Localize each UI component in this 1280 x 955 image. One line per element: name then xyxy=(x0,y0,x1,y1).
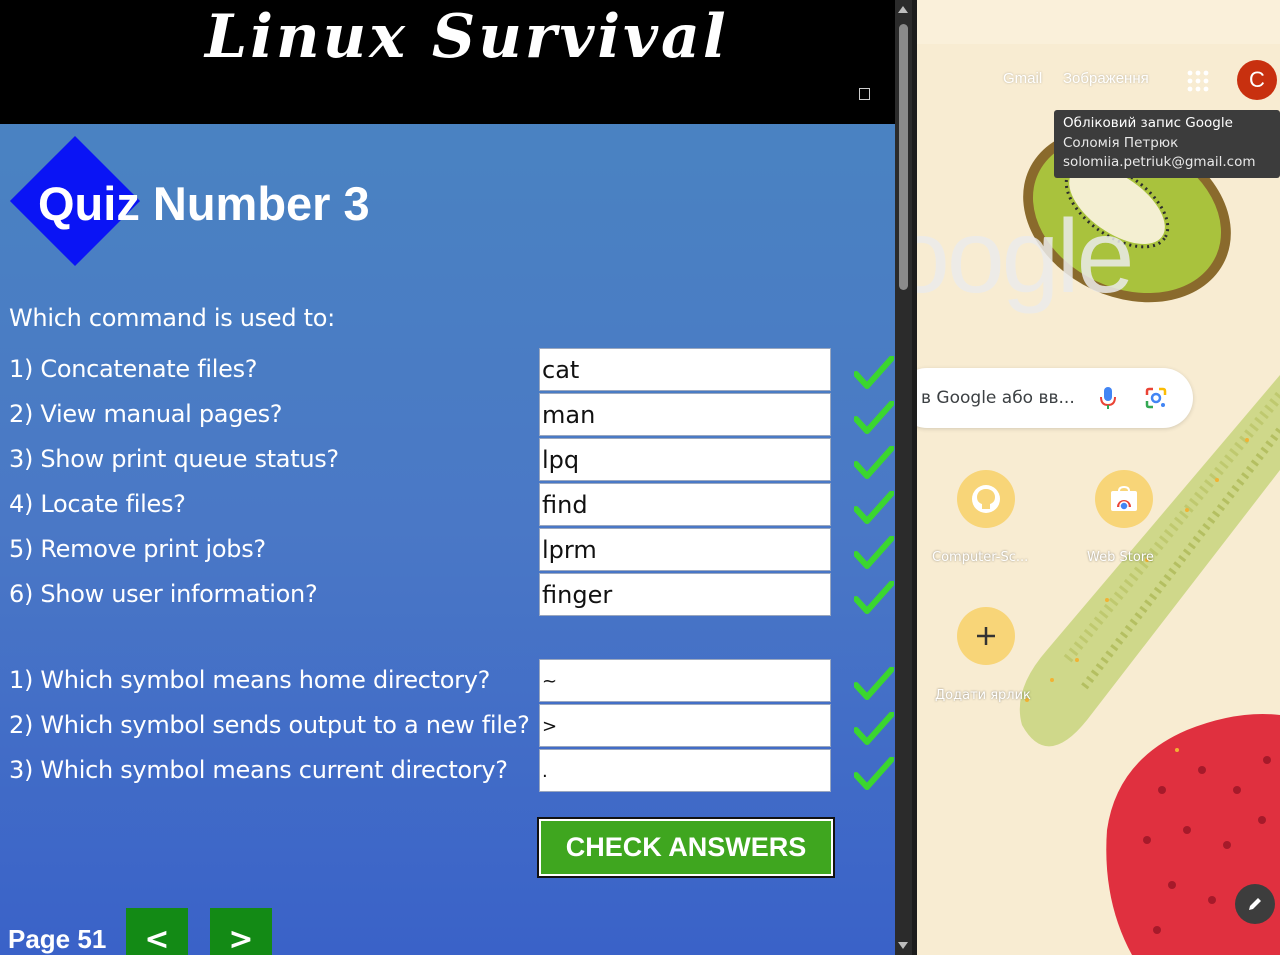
checkmark-icon xyxy=(854,757,894,790)
vertical-scrollbar[interactable] xyxy=(895,0,912,955)
google-apps-icon[interactable] xyxy=(1187,70,1209,92)
answer-input[interactable]: man xyxy=(539,393,831,436)
search-placeholder: в Google або вв... xyxy=(921,388,1075,408)
answer-input[interactable]: lprm xyxy=(539,528,831,571)
site-banner: Linux Survival xyxy=(0,0,895,124)
checkmark-icon xyxy=(854,401,894,434)
answer-input[interactable]: cat xyxy=(539,348,831,391)
scrollbar-thumb[interactable] xyxy=(899,24,908,290)
shortcut-web-store[interactable] xyxy=(1095,470,1153,528)
google-lens-icon[interactable] xyxy=(1144,386,1168,410)
banner-title: Linux Survival xyxy=(205,2,729,72)
google-logo: oogle xyxy=(917,199,1134,315)
quiz-pane: Linux Survival Quiz Number 3 Which comma… xyxy=(0,0,895,955)
checkmark-icon xyxy=(854,667,894,700)
shortcut-label: Web Store xyxy=(1087,550,1154,565)
question-label: 2) Which symbol sends output to a new fi… xyxy=(9,711,530,739)
question-label: 5) Remove print jobs? xyxy=(9,535,266,563)
question-label: 2) View manual pages? xyxy=(9,400,283,428)
checkmark-icon xyxy=(854,446,894,479)
images-link[interactable]: Зображення xyxy=(1063,70,1149,87)
question-label: 4) Locate files? xyxy=(9,490,186,518)
answer-input[interactable]: . xyxy=(539,749,831,792)
question-label: 3) Show print queue status? xyxy=(9,445,339,473)
browser-new-tab: Gmail Зображення C Обліковий запис Googl… xyxy=(917,0,1280,955)
quiz-intro: Which command is used to: xyxy=(9,304,335,332)
question-label: 1) Which symbol means home directory? xyxy=(9,666,491,694)
checkmark-icon xyxy=(854,356,894,389)
shortcut-label: Computer-Sc... xyxy=(932,550,1029,565)
checkmark-icon xyxy=(854,581,894,614)
tooltip-title: Обліковий запис Google xyxy=(1063,115,1233,131)
shortcut-computer-science[interactable] xyxy=(957,470,1015,528)
scroll-up-arrow-icon[interactable] xyxy=(898,6,908,13)
next-page-button[interactable]: > xyxy=(210,908,272,955)
gmail-link[interactable]: Gmail xyxy=(1003,70,1042,87)
scroll-down-arrow-icon[interactable] xyxy=(898,942,908,949)
answer-input[interactable]: finger xyxy=(539,573,831,616)
answer-input[interactable]: lpq xyxy=(539,438,831,481)
web-store-icon xyxy=(1111,485,1137,511)
question-label: 3) Which symbol means current directory? xyxy=(9,756,508,784)
tooltip-email: solomiia.petriuk@gmail.com xyxy=(1063,154,1256,170)
answer-input[interactable]: > xyxy=(539,704,831,747)
customize-edit-button[interactable] xyxy=(1235,884,1275,924)
menu-toggle-box[interactable] xyxy=(859,88,870,100)
tooltip-user-name: Соломія Петрюк xyxy=(1063,134,1179,151)
plus-icon xyxy=(977,627,995,645)
page-number-label: Page 51 xyxy=(8,924,107,954)
answer-input[interactable]: find xyxy=(539,483,831,526)
shortcut-label: Додати ярлик xyxy=(935,688,1031,703)
answer-input[interactable]: ~ xyxy=(539,659,831,702)
checkmark-icon xyxy=(854,712,894,745)
add-shortcut-button[interactable] xyxy=(957,607,1015,665)
pencil-icon xyxy=(1249,898,1261,910)
account-tooltip: Обліковий запис Google Соломія Петрюк so… xyxy=(1054,110,1280,178)
github-icon xyxy=(972,485,1000,513)
browser-top-strip xyxy=(917,0,1280,44)
account-avatar[interactable]: C xyxy=(1237,60,1277,100)
question-label: 1) Concatenate files? xyxy=(9,355,258,383)
check-answers-button[interactable]: CHECK ANSWERS xyxy=(537,817,835,878)
checkmark-icon xyxy=(854,491,894,524)
checkmark-icon xyxy=(854,536,894,569)
search-input[interactable]: в Google або вв... xyxy=(917,368,1193,428)
previous-page-button[interactable]: < xyxy=(126,908,188,955)
microphone-icon[interactable] xyxy=(1099,386,1117,410)
question-label: 6) Show user information? xyxy=(9,580,318,608)
quiz-title: Quiz Number 3 xyxy=(38,177,370,230)
